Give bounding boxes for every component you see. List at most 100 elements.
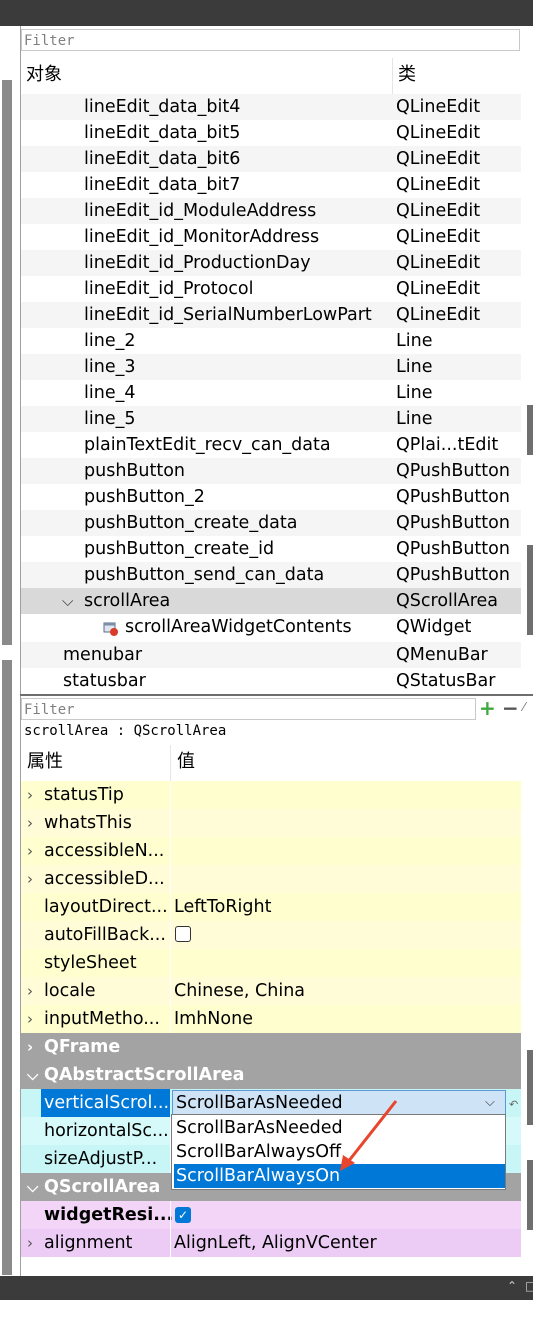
property-name: accessibleD... xyxy=(44,869,165,889)
tree-row[interactable]: pushButton_2 QPushButton xyxy=(21,484,521,510)
tree-row[interactable]: lineEdit_id_ProductionDay QLineEdit xyxy=(21,250,521,276)
expand-chevron-icon[interactable]: › xyxy=(27,1033,33,1061)
reset-icon[interactable]: ↶ xyxy=(509,1091,518,1119)
property-row[interactable]: autoFillBack... xyxy=(21,921,521,949)
col-value-header[interactable]: 值 xyxy=(177,745,195,779)
collapse-chevron-icon[interactable]: ⌵ xyxy=(27,1061,38,1089)
property-row[interactable]: widgetResi... ✓ xyxy=(21,1201,521,1229)
property-filter-input[interactable]: Filter xyxy=(21,698,476,720)
tree-row[interactable]: line_5 Line xyxy=(21,406,521,432)
property-row[interactable]: › locale Chinese, China xyxy=(21,977,521,1005)
object-name: plainTextEdit_recv_can_data xyxy=(84,435,331,455)
tree-row[interactable]: line_3 Line xyxy=(21,354,521,380)
tree-row[interactable]: lineEdit_id_SerialNumberLowPart QLineEdit xyxy=(21,302,521,328)
property-name: layoutDirect... xyxy=(44,897,168,917)
property-row[interactable]: styleSheet xyxy=(21,949,521,977)
tree-row[interactable]: line_2 Line xyxy=(21,328,521,354)
tree-row[interactable]: scrollAreaWidgetContents QWidget xyxy=(21,614,521,642)
remove-property-icon[interactable]: − xyxy=(502,698,519,718)
autofill-checkbox[interactable] xyxy=(175,926,191,942)
widget-resizable-checkbox[interactable]: ✓ xyxy=(175,1207,191,1223)
expand-chevron-icon[interactable]: › xyxy=(27,1005,33,1033)
object-class: QPushButton xyxy=(396,565,510,585)
tree-row[interactable]: line_4 Line xyxy=(21,380,521,406)
tree-row-selected[interactable]: ⌵ scrollArea QScrollArea xyxy=(21,588,521,614)
object-name: pushButton_create_id xyxy=(84,539,275,559)
chevron-up-icon[interactable]: ⌃ xyxy=(507,1279,517,1293)
tree-row[interactable]: pushButton QPushButton xyxy=(21,458,521,484)
divider xyxy=(170,893,171,921)
divider xyxy=(170,837,171,865)
left-scroll-indicator-bottom[interactable] xyxy=(2,660,12,1275)
tree-row[interactable]: lineEdit_data_bit5 QLineEdit xyxy=(21,120,521,146)
property-scrollbar[interactable] xyxy=(527,1050,533,1125)
expand-chevron-icon[interactable]: › xyxy=(27,865,33,893)
property-row[interactable]: › alignment AlignLeft, AlignVCenter xyxy=(21,1229,521,1257)
col-class-header[interactable]: 类 xyxy=(398,58,416,92)
object-tree-scrollbar[interactable] xyxy=(527,405,533,455)
property-row[interactable]: › whatsThis xyxy=(21,809,521,837)
col-property-header[interactable]: 属性 xyxy=(27,745,63,779)
property-value[interactable]: ImhNone xyxy=(174,1005,253,1033)
object-class: QLineEdit xyxy=(396,305,481,325)
object-filter-input[interactable]: Filter xyxy=(21,29,520,51)
chevron-down-icon[interactable]: ⌵ xyxy=(485,1091,495,1115)
expand-chevron-icon[interactable]: › xyxy=(27,809,33,837)
object-class: QStatusBar xyxy=(396,671,496,691)
property-value[interactable]: LeftToRight xyxy=(174,893,271,921)
collapse-chevron-icon[interactable]: ⌵ xyxy=(62,588,73,614)
object-class: QScrollArea xyxy=(396,591,499,611)
tree-row[interactable]: lineEdit_data_bit6 QLineEdit xyxy=(21,146,521,172)
property-name: sizeAdjustP... xyxy=(44,1149,158,1169)
tree-row[interactable]: menubar QMenuBar xyxy=(21,642,521,668)
object-tree-scrollbar-handle[interactable] xyxy=(527,545,533,635)
object-class: QLineEdit xyxy=(396,123,481,143)
expand-chevron-icon[interactable]: › xyxy=(27,977,33,1005)
object-name: lineEdit_id_MonitorAddress xyxy=(84,227,320,247)
tree-row[interactable]: pushButton_create_id QPushButton xyxy=(21,536,521,562)
tree-row[interactable]: lineEdit_id_Protocol QLineEdit xyxy=(21,276,521,302)
tree-row[interactable]: pushButton_send_can_data QPushButton xyxy=(21,562,521,588)
object-class: Line xyxy=(396,357,433,377)
col-object-header[interactable]: 对象 xyxy=(26,58,62,92)
object-class: QPushButton xyxy=(396,461,510,481)
expand-chevron-icon[interactable]: › xyxy=(27,781,33,809)
object-class: Line xyxy=(396,409,433,429)
tree-row[interactable]: lineEdit_id_ModuleAddress QLineEdit xyxy=(21,198,521,224)
splitter[interactable] xyxy=(20,694,533,696)
group-name: QFrame xyxy=(44,1037,121,1057)
tree-row[interactable]: plainTextEdit_recv_can_data QPlai...tEdit xyxy=(21,432,521,458)
property-row[interactable]: verticalScrol... ScrollBarAsNeeded ⌵ ↶ xyxy=(21,1089,521,1117)
property-value[interactable]: AlignLeft, AlignVCenter xyxy=(174,1229,377,1257)
object-class: QLineEdit xyxy=(396,97,481,117)
red-annotation-arrow xyxy=(340,1100,398,1171)
add-property-icon[interactable]: + xyxy=(479,698,497,718)
divider xyxy=(170,809,171,837)
tree-row[interactable]: lineEdit_data_bit4 QLineEdit xyxy=(21,94,521,120)
object-name: lineEdit_data_bit6 xyxy=(84,149,241,169)
property-name: verticalScrol... xyxy=(44,1093,170,1113)
tree-row[interactable]: lineEdit_data_bit7 QLineEdit xyxy=(21,172,521,198)
expand-chevron-icon[interactable]: › xyxy=(27,1229,33,1257)
tree-row[interactable]: statusbar QStatusBar xyxy=(21,668,521,694)
left-scroll-indicator-top[interactable] xyxy=(2,80,12,645)
widget-icon xyxy=(103,619,119,636)
expand-chevron-icon[interactable]: › xyxy=(27,837,33,865)
property-row[interactable]: › accessibleD... xyxy=(21,865,521,893)
configure-icon[interactable]: ⁄ xyxy=(523,700,533,716)
group-header-qabstractscrollarea[interactable]: ⌵ QAbstractScrollArea xyxy=(21,1061,521,1089)
collapse-chevron-icon[interactable]: ⌵ xyxy=(27,1173,38,1201)
property-row[interactable]: › accessibleN... xyxy=(21,837,521,865)
property-value[interactable]: Chinese, China xyxy=(174,977,305,1005)
tree-row[interactable]: pushButton_create_data QPushButton xyxy=(21,510,521,536)
object-class: QLineEdit xyxy=(396,149,481,169)
property-row[interactable]: › inputMetho... ImhNone xyxy=(21,1005,521,1033)
object-class: QLineEdit xyxy=(396,227,481,247)
property-row[interactable]: › statusTip xyxy=(21,781,521,809)
group-header-qframe[interactable]: › QFrame xyxy=(21,1033,521,1061)
property-row[interactable]: layoutDirect... LeftToRight xyxy=(21,893,521,921)
object-name: line_5 xyxy=(84,409,136,429)
tray-icon[interactable]: □ xyxy=(525,1279,533,1293)
tree-row[interactable]: lineEdit_id_MonitorAddress QLineEdit xyxy=(21,224,521,250)
property-scrollbar-handle[interactable] xyxy=(527,1160,533,1230)
